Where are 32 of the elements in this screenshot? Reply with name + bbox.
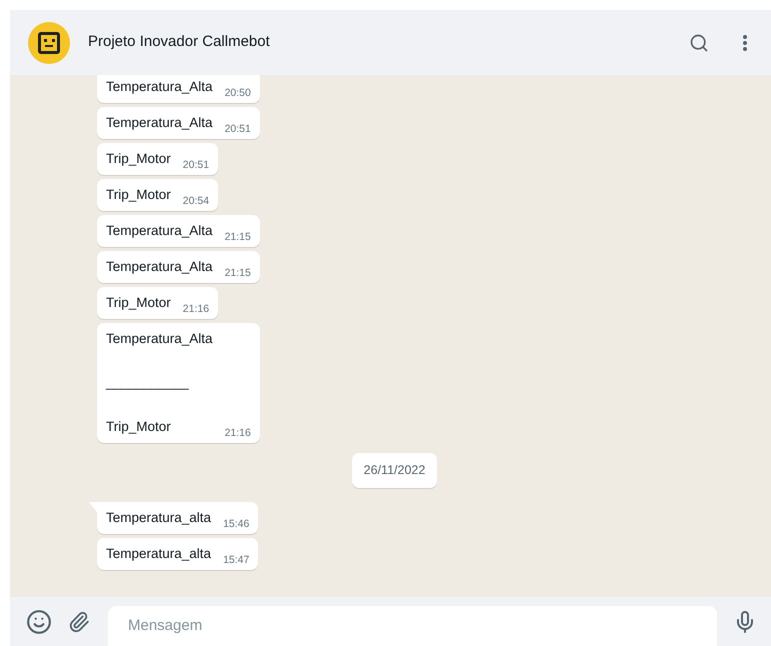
search-icon xyxy=(689,32,709,52)
message-text: Trip_Motor xyxy=(106,186,171,204)
message-text: Trip_Motor xyxy=(106,418,172,436)
message-text: Trip_Motor xyxy=(106,150,171,168)
message-text: Temperatura_alta xyxy=(106,544,212,563)
date-label: 26/11/2022 xyxy=(352,453,438,488)
message-time: 21:15 xyxy=(224,230,251,244)
menu-icon xyxy=(743,34,747,50)
message-time: 20:50 xyxy=(224,86,251,100)
message-time: 21:15 xyxy=(224,266,251,280)
message-text: Temperatura_Alta xyxy=(106,330,213,348)
message-time: 15:47 xyxy=(223,552,250,567)
emoji-button[interactable] xyxy=(26,608,52,634)
message-text: Temperatura_Alta xyxy=(106,222,213,240)
message-text: Temperatura_Alta xyxy=(106,114,213,132)
message-time: 20:51 xyxy=(182,158,210,172)
message-text: Temperatura_Alta xyxy=(106,258,213,276)
avatar-icon xyxy=(28,22,70,64)
message-text: Trip_Motor xyxy=(106,294,171,312)
paperclip-icon xyxy=(68,610,90,632)
message-time: 15:46 xyxy=(223,516,250,531)
message-text: ___________ xyxy=(106,374,190,392)
message-time: 20:51 xyxy=(224,122,251,136)
message-text: Temperatura_alta xyxy=(106,508,212,527)
message-time: 21:16 xyxy=(182,302,210,316)
smiley-icon xyxy=(26,608,52,634)
attach-button[interactable] xyxy=(68,610,90,632)
message-text: Temperatura_Alta xyxy=(106,78,213,96)
message-time: 20:54 xyxy=(182,194,210,208)
message-input[interactable]: Mensagem xyxy=(108,606,717,646)
chat-title: Projeto Inovador Callmebot xyxy=(88,32,270,52)
message-time: 21:16 xyxy=(224,426,251,440)
